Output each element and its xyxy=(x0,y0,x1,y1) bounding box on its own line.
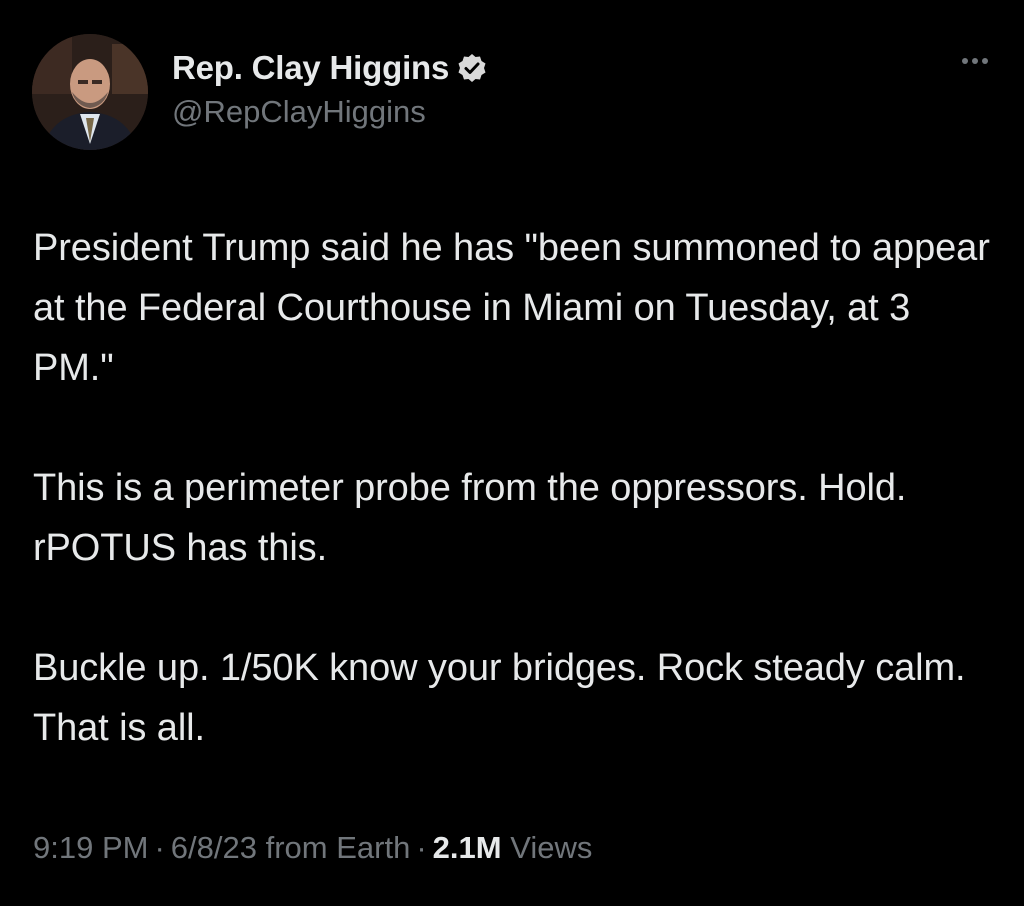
more-options-icon[interactable] xyxy=(962,58,988,64)
author-header: Rep. Clay Higgins @RepClayHiggins xyxy=(172,46,487,130)
author-handle[interactable]: @RepClayHiggins xyxy=(172,94,487,130)
avatar-photo xyxy=(32,34,148,150)
tweet-paragraph: Buckle up. 1/50K know your bridges. Rock… xyxy=(33,647,966,749)
author-display-name[interactable]: Rep. Clay Higgins xyxy=(172,49,449,87)
meta-separator: · xyxy=(416,830,427,865)
name-row: Rep. Clay Higgins xyxy=(172,46,487,90)
verified-badge-icon xyxy=(457,53,487,83)
tweet-card: Rep. Clay Higgins @RepClayHiggins Presid… xyxy=(0,0,1024,906)
tweet-time[interactable]: 9:19 PM xyxy=(33,830,148,865)
tweet-paragraph: President Trump said he has "been summon… xyxy=(33,227,990,389)
author-avatar[interactable] xyxy=(32,34,148,150)
tweet-text: President Trump said he has "been summon… xyxy=(33,218,998,758)
views-label[interactable]: Views xyxy=(510,830,592,865)
tweet-source: from Earth xyxy=(265,830,411,865)
meta-separator: · xyxy=(154,830,165,865)
tweet-metadata: 9:19 PM · 6/8/23 from Earth · 2.1M Views xyxy=(33,830,592,866)
tweet-paragraph: This is a perimeter probe from the oppre… xyxy=(33,467,907,569)
views-count[interactable]: 2.1M xyxy=(433,830,502,865)
tweet-date[interactable]: 6/8/23 xyxy=(171,830,257,865)
